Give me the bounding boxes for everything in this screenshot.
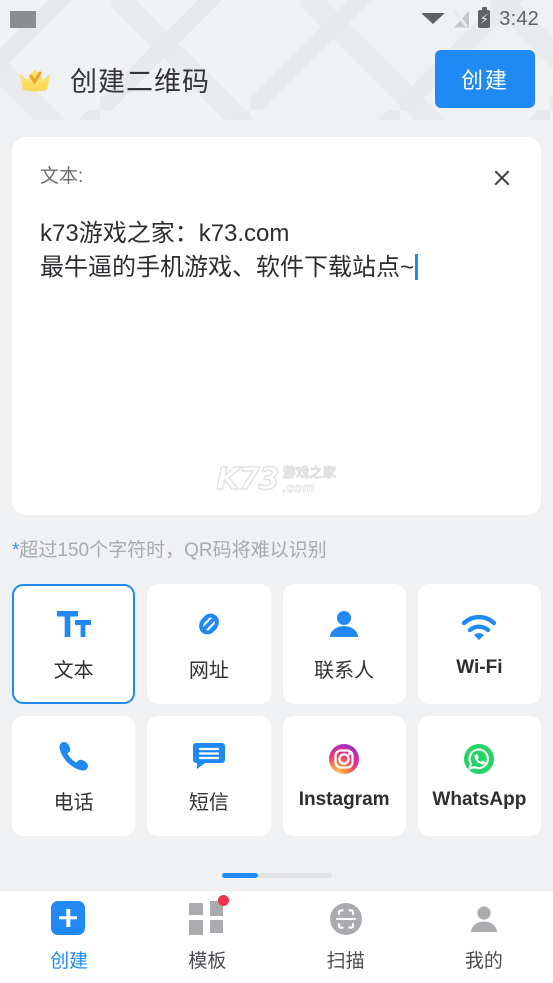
type-label: WhatsApp [432, 789, 527, 810]
app-bar: 创建二维码 创建 [0, 38, 553, 120]
person-icon [330, 610, 359, 637]
card-header: 文本: [40, 161, 517, 191]
page-indicator-zone [0, 860, 553, 890]
page-indicator[interactable] [221, 872, 332, 878]
link-icon [198, 613, 219, 634]
type-card-url[interactable]: 网址 [147, 584, 271, 704]
text-content: k73游戏之家：k73.com 最牛逼的手机游戏、软件下载站点~ [40, 220, 415, 282]
person-icon [470, 906, 497, 932]
keyboard-icon [10, 10, 36, 28]
watermark-domain: .com [282, 479, 315, 495]
text-input-card[interactable]: 文本: k73游戏之家：k73.com 最牛逼的手机游戏、软件下载站点~ K73… [12, 137, 541, 515]
close-icon[interactable] [489, 165, 515, 191]
type-card-sms[interactable]: 短信 [147, 716, 271, 836]
tab-label: 创建 [50, 951, 89, 972]
grid-icon [189, 895, 230, 937]
hint-text: 超过150个字符时，QR码将难以识别 [19, 540, 327, 561]
tab-scan[interactable]: 扫描 [277, 901, 415, 973]
type-label: 短信 [188, 791, 229, 814]
text-field-label: 文本: [40, 166, 84, 187]
qr-type-grid: 文本 网址 联系人 Wi-Fi 电话 短信 Instagram WhatsApp [12, 584, 541, 836]
type-card-text[interactable]: 文本 [12, 584, 136, 704]
create-button[interactable]: 创建 [434, 50, 535, 108]
type-card-instagram[interactable]: Instagram [282, 716, 406, 836]
text-input-value[interactable]: k73游戏之家：k73.com 最牛逼的手机游戏、软件下载站点~ [40, 217, 517, 285]
bottom-tab-bar: 创建 模板 扫描 我的 [0, 890, 553, 983]
tab-profile[interactable]: 我的 [415, 901, 553, 973]
tab-label: 扫描 [326, 951, 365, 972]
status-bar: ⚡ 3:42 [0, 0, 553, 38]
type-label: 联系人 [314, 659, 375, 682]
tab-create[interactable]: 创建 [0, 901, 138, 973]
character-limit-hint: *超过150个字符时，QR码将难以识别 [12, 535, 553, 562]
page-indicator-active [221, 872, 258, 878]
crown-icon [20, 69, 50, 92]
phone-icon [59, 741, 88, 771]
wifi-icon [462, 614, 497, 640]
status-icons: ⚡ 3:42 [421, 7, 539, 31]
type-card-contact[interactable]: 联系人 [282, 584, 406, 704]
plus-square-icon [51, 901, 87, 937]
message-icon [192, 742, 225, 769]
watermark: K73 游戏之家 .com [216, 461, 337, 497]
type-label: 电话 [53, 791, 94, 814]
whatsapp-icon [464, 744, 495, 774]
type-label: 网址 [188, 659, 229, 682]
watermark-logo: K73 [216, 461, 280, 497]
tab-templates[interactable]: 模板 [138, 895, 276, 973]
watermark-cn: 游戏之家 [282, 464, 337, 480]
app-screen: ⚡ 3:42 创建二维码 创建 文本: k73游戏之家：k73.com 最牛逼的… [0, 0, 553, 983]
type-card-whatsapp[interactable]: WhatsApp [417, 716, 541, 836]
wifi-icon [421, 13, 446, 24]
type-card-phone[interactable]: 电话 [12, 716, 136, 836]
text-caret [415, 254, 418, 281]
page-title: 创建二维码 [70, 66, 210, 97]
battery-charging-icon: ⚡ [478, 7, 491, 28]
page-indicator-inactive [257, 872, 332, 878]
type-label: 文本 [53, 659, 94, 682]
signal-off-icon [452, 7, 470, 28]
notification-badge-dot [218, 895, 230, 906]
header-zone: ⚡ 3:42 创建二维码 创建 [0, 0, 553, 120]
type-label: Instagram [298, 789, 390, 810]
instagram-icon [329, 744, 360, 774]
scan-icon [329, 903, 362, 935]
status-time: 3:42 [499, 7, 539, 30]
tab-label: 模板 [188, 951, 227, 972]
text-format-icon [56, 610, 91, 637]
type-card-wifi[interactable]: Wi-Fi [417, 584, 541, 704]
tab-label: 我的 [464, 951, 503, 972]
type-label: Wi-Fi [456, 657, 503, 678]
